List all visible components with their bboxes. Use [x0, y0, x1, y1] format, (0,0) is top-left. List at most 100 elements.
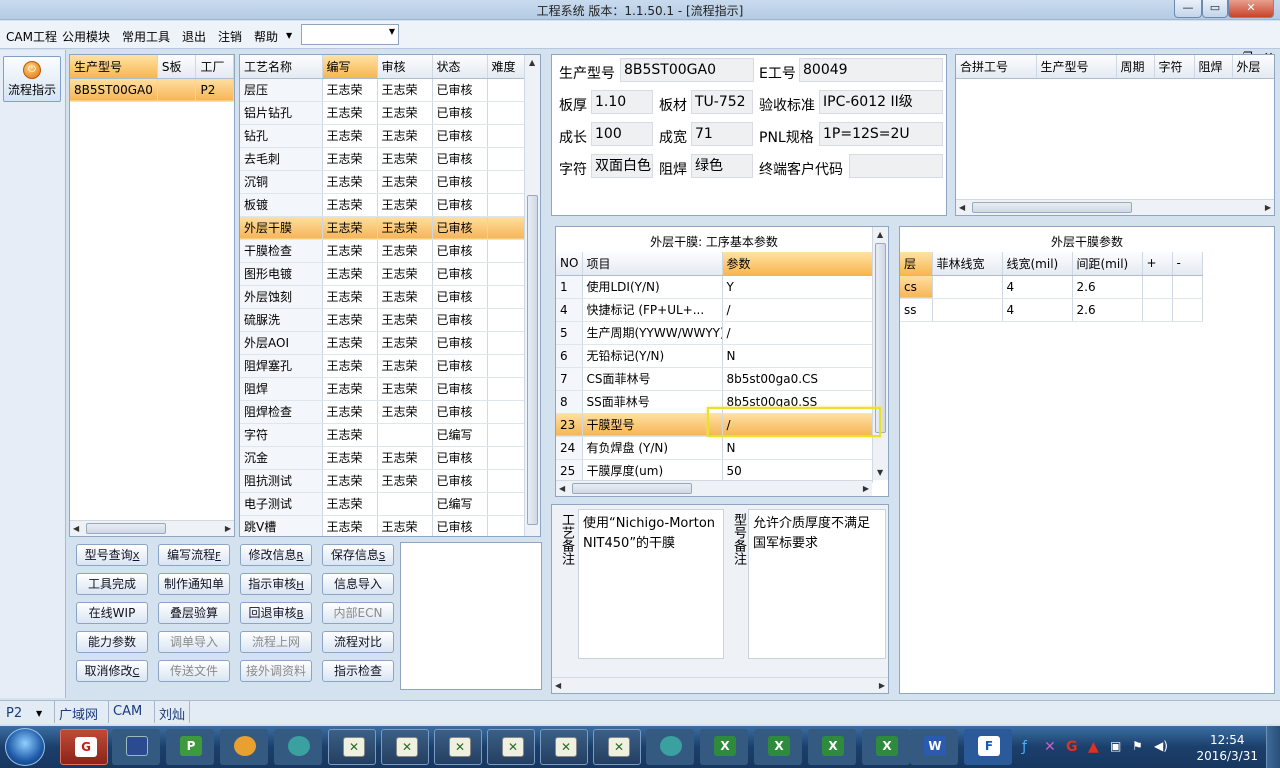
- taskbar-app-f[interactable]: F: [964, 729, 1012, 765]
- col-minus[interactable]: -: [1172, 252, 1203, 276]
- taskbar-word[interactable]: W: [910, 729, 958, 765]
- col-combine-mask[interactable]: 阻焊: [1194, 55, 1233, 79]
- toolbar-combo[interactable]: ▼: [301, 24, 399, 45]
- col-combine-cycle[interactable]: 周期: [1116, 55, 1155, 79]
- col-writer[interactable]: 编写: [322, 55, 378, 79]
- col-param[interactable]: 参数: [722, 252, 873, 276]
- action-button[interactable]: 指示审核H: [240, 573, 312, 595]
- action-button[interactable]: 流程对比: [322, 631, 394, 653]
- table-row[interactable]: 铝片钻孔 王志荣 王志荣 已审核: [240, 101, 525, 125]
- vscroll-thumb[interactable]: [527, 195, 538, 525]
- action-button[interactable]: 型号查询X: [76, 544, 148, 566]
- taskbar-window-2[interactable]: ✕: [381, 729, 429, 765]
- col-process[interactable]: 工艺名称: [240, 55, 323, 79]
- col-plus[interactable]: +: [1142, 252, 1173, 276]
- col-combine-outer[interactable]: 外层: [1232, 55, 1274, 79]
- table-row[interactable]: 外层AOI 王志荣 王志荣 已审核: [240, 331, 525, 355]
- taskbar-app-green[interactable]: P: [166, 729, 214, 765]
- table-row[interactable]: 电子测试 王志荣 已编写: [240, 492, 525, 516]
- taskbar-app-eye[interactable]: [274, 729, 322, 765]
- col-item[interactable]: 项目: [582, 252, 723, 276]
- menu-cam[interactable]: CAM工程: [6, 28, 57, 45]
- table-row[interactable]: 硫脲洗 王志荣 王志荣 已审核: [240, 308, 525, 332]
- scroll-left-icon[interactable]: ◀: [73, 524, 79, 533]
- table-row[interactable]: cs 4 2.6: [900, 275, 1203, 299]
- table-row[interactable]: 跳V槽 王志荣 王志荣 已审核: [240, 515, 525, 536]
- table-row[interactable]: 去毛刺 王志荣 王志荣 已审核: [240, 147, 525, 171]
- table-row[interactable]: 6 无铅标记(Y/N) N: [556, 344, 873, 368]
- taskbar-window-1[interactable]: ✕: [328, 729, 376, 765]
- start-button[interactable]: [5, 728, 45, 766]
- col-combine-model[interactable]: 生产型号: [1036, 55, 1117, 79]
- menu-common[interactable]: 公用模块: [62, 28, 110, 45]
- scroll-right-icon[interactable]: ▶: [879, 681, 885, 690]
- taskbar-window-6[interactable]: ✕: [593, 729, 641, 765]
- table-row[interactable]: 外层蚀刻 王志荣 王志荣 已审核: [240, 285, 525, 309]
- taskbar-excel-4[interactable]: X: [862, 729, 910, 765]
- col-no[interactable]: NO: [556, 252, 583, 276]
- action-button[interactable]: 取消修改C: [76, 660, 148, 682]
- tray-f-icon[interactable]: ƒ: [1022, 739, 1027, 755]
- col-linewidth[interactable]: 线宽(mil): [1002, 252, 1073, 276]
- table-row[interactable]: 5 生产周期(YYWW/WWYY) /: [556, 321, 873, 345]
- tray-flag-icon[interactable]: ⚑: [1132, 739, 1143, 753]
- action-button[interactable]: 内部ECN: [322, 602, 394, 624]
- col-difficulty[interactable]: 难度: [487, 55, 525, 79]
- vscroll-thumb[interactable]: [875, 243, 886, 433]
- process-vscroll[interactable]: ▲: [524, 55, 540, 536]
- action-button[interactable]: 流程上网: [240, 631, 312, 653]
- hscroll-thumb[interactable]: [86, 523, 166, 534]
- show-desktop-button[interactable]: [1266, 726, 1280, 768]
- table-row[interactable]: 8B5ST00GA0 P2: [70, 78, 234, 102]
- action-button[interactable]: 传送文件: [158, 660, 230, 682]
- menu-logout[interactable]: 注销: [218, 28, 242, 45]
- col-s-board[interactable]: S板: [157, 55, 197, 79]
- col-status[interactable]: 状态: [432, 55, 488, 79]
- hscroll-thumb[interactable]: [572, 483, 692, 494]
- taskbar-window-4[interactable]: ✕: [487, 729, 535, 765]
- close-button[interactable]: ✕: [1228, 0, 1274, 18]
- taskbar-app-red[interactable]: G: [60, 729, 108, 765]
- hscroll-thumb[interactable]: [972, 202, 1132, 213]
- col-combine-char[interactable]: 字符: [1154, 55, 1195, 79]
- taskbar-app-eye-2[interactable]: [646, 729, 694, 765]
- clock[interactable]: 12:54 2016/3/31: [1196, 732, 1258, 764]
- scroll-up-icon[interactable]: ▲: [877, 230, 883, 239]
- tray-g-icon[interactable]: G: [1066, 739, 1078, 755]
- menu-help[interactable]: 帮助: [254, 28, 278, 45]
- action-button[interactable]: 调单导入: [158, 631, 230, 653]
- col-model[interactable]: 生产型号: [70, 55, 158, 79]
- chevron-down-icon[interactable]: ▼: [36, 709, 42, 718]
- table-row[interactable]: 钻孔 王志荣 王志荣 已审核: [240, 124, 525, 148]
- scroll-down-icon[interactable]: ▼: [877, 468, 883, 477]
- scroll-left-icon[interactable]: ◀: [959, 203, 965, 212]
- table-row[interactable]: ss 4 2.6: [900, 298, 1203, 322]
- process-remark-text[interactable]: 使用“Nichigo-Morton NIT450”的干膜: [578, 509, 724, 659]
- flow-guide-button[interactable]: ⏻ 流程指示: [3, 56, 61, 102]
- action-button[interactable]: 信息导入: [322, 573, 394, 595]
- taskbar-window-5[interactable]: ✕: [540, 729, 588, 765]
- action-button[interactable]: 保存信息S: [322, 544, 394, 566]
- action-button[interactable]: 在线WIP: [76, 602, 148, 624]
- table-row[interactable]: 25 干膜厚度(um) 50: [556, 459, 873, 483]
- remarks-hscroll[interactable]: ◀ ▶: [552, 677, 888, 693]
- scroll-right-icon[interactable]: ▶: [225, 524, 231, 533]
- scroll-left-icon[interactable]: ◀: [559, 484, 565, 493]
- taskbar-excel-3[interactable]: X: [808, 729, 856, 765]
- action-button[interactable]: 工具完成: [76, 573, 148, 595]
- col-layer[interactable]: 层: [900, 252, 933, 276]
- tray-a-icon[interactable]: ▲: [1088, 739, 1099, 755]
- table-row[interactable]: 24 有负焊盘 (Y/N) N: [556, 436, 873, 460]
- model-remark-text[interactable]: 允许介质厚度不满足国军标要求: [748, 509, 886, 659]
- table-row[interactable]: 外层干膜 王志荣 王志荣 已审核: [240, 216, 525, 240]
- taskbar-app-shell[interactable]: [220, 729, 268, 765]
- menu-exit[interactable]: 退出: [182, 28, 206, 45]
- action-button[interactable]: 编写流程F: [158, 544, 230, 566]
- tray-volume-icon[interactable]: ◀): [1154, 739, 1168, 753]
- scroll-right-icon[interactable]: ▶: [863, 484, 869, 493]
- table-row[interactable]: 沉金 王志荣 王志荣 已审核: [240, 446, 525, 470]
- scroll-left-icon[interactable]: ◀: [555, 681, 561, 690]
- action-button[interactable]: 回退审核B: [240, 602, 312, 624]
- table-row[interactable]: 层压 王志荣 王志荣 已审核: [240, 78, 525, 102]
- table-row[interactable]: 1 使用LDI(Y/N) Y: [556, 275, 873, 299]
